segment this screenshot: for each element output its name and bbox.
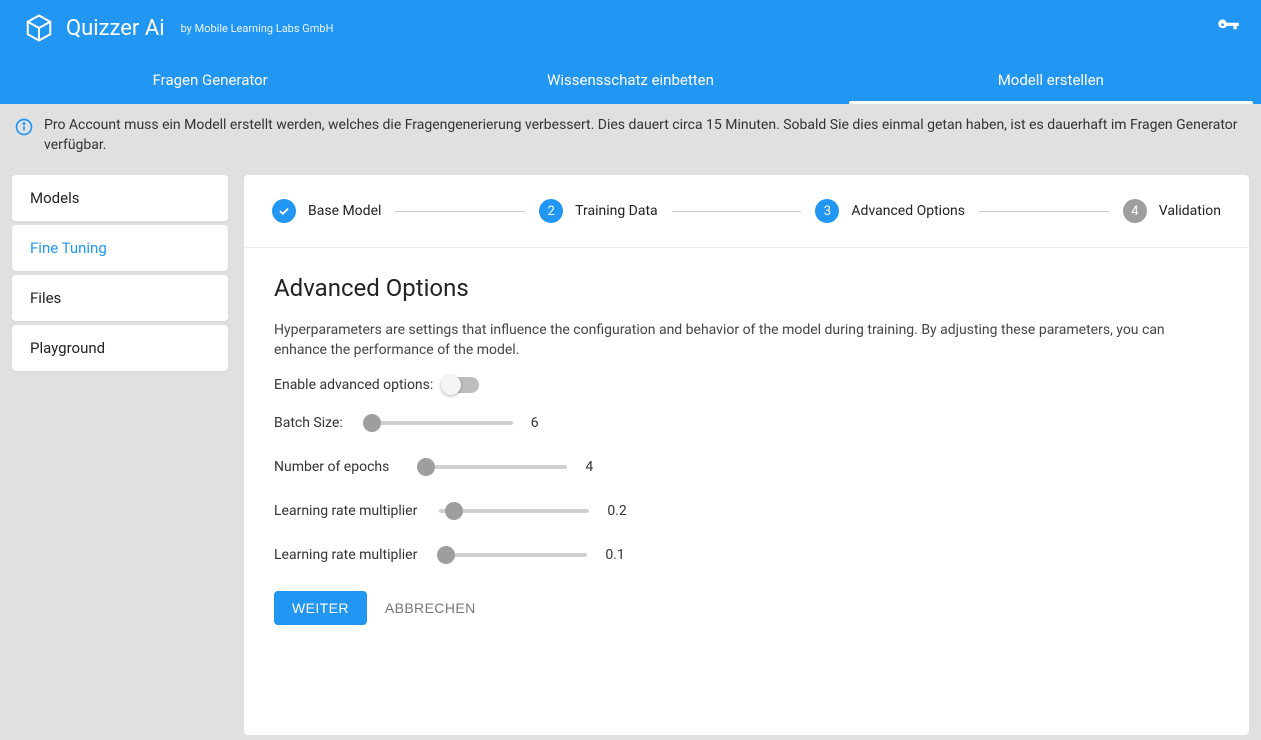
slider-value: 6: [531, 415, 559, 431]
learning-rate-slider-2[interactable]: [437, 553, 587, 557]
slider-value: 4: [585, 459, 613, 475]
step-divider: [395, 211, 525, 212]
sidebar-item-playground[interactable]: Playground: [12, 325, 228, 371]
slider-label: Number of epochs: [274, 459, 389, 475]
learning-rate-slider[interactable]: [439, 509, 589, 513]
slider-value: 0.1: [605, 547, 633, 563]
continue-button[interactable]: WEITER: [274, 591, 367, 625]
check-icon: [272, 199, 296, 223]
cancel-button[interactable]: ABBRECHEN: [385, 600, 476, 616]
info-text: Pro Account muss ein Modell erstellt wer…: [44, 116, 1247, 155]
step-label: Advanced Options: [851, 203, 965, 219]
tab-fragen-generator[interactable]: Fragen Generator: [0, 56, 420, 104]
enable-advanced-toggle[interactable]: [443, 377, 479, 393]
toggle-row: Enable advanced options:: [274, 377, 1219, 393]
slider-row-lr-2: Learning rate multiplier 0.1: [274, 547, 1219, 563]
slider-thumb: [445, 502, 463, 520]
app-subtitle: by Mobile Learning Labs GmbH: [181, 22, 334, 35]
slider-row-epochs: Number of epochs 4: [274, 459, 1219, 475]
step-base-model[interactable]: Base Model: [272, 199, 381, 223]
stepper: Base Model 2 Training Data 3 Advanced Op…: [244, 175, 1249, 248]
step-divider: [672, 211, 802, 212]
step-advanced-options[interactable]: 3 Advanced Options: [815, 199, 965, 223]
main-panel: Base Model 2 Training Data 3 Advanced Op…: [244, 175, 1249, 735]
slider-label: Learning rate multiplier: [274, 503, 417, 519]
epochs-slider[interactable]: [417, 465, 567, 469]
key-icon[interactable]: [1215, 13, 1241, 43]
step-validation[interactable]: 4 Validation: [1123, 199, 1221, 223]
main-tabs: Fragen Generator Wissensschatz einbetten…: [0, 56, 1261, 104]
batch-size-slider[interactable]: [363, 421, 513, 425]
sidebar-item-models[interactable]: Models: [12, 175, 228, 221]
app-title: Quizzer Ai: [66, 16, 165, 41]
step-number: 4: [1123, 199, 1147, 223]
info-icon: [14, 117, 34, 144]
slider-row-lr-1: Learning rate multiplier 0.2: [274, 503, 1219, 519]
content-area: Advanced Options Hyperparameters are set…: [244, 248, 1249, 651]
toggle-label: Enable advanced options:: [274, 377, 433, 393]
sidebar: Models Fine Tuning Files Playground: [12, 175, 228, 371]
sidebar-item-fine-tuning[interactable]: Fine Tuning: [12, 225, 228, 271]
slider-row-batch-size: Batch Size: 6: [274, 415, 1219, 431]
step-divider: [979, 211, 1109, 212]
step-label: Training Data: [575, 203, 658, 219]
sidebar-item-files[interactable]: Files: [12, 275, 228, 321]
toggle-knob: [441, 375, 461, 395]
section-description: Hyperparameters are settings that influe…: [274, 320, 1219, 361]
slider-label: Learning rate multiplier: [274, 547, 417, 563]
app-header: Quizzer Ai by Mobile Learning Labs GmbH: [0, 0, 1261, 56]
step-number: 3: [815, 199, 839, 223]
step-training-data[interactable]: 2 Training Data: [539, 199, 658, 223]
slider-label: Batch Size:: [274, 415, 343, 431]
slider-thumb: [417, 458, 435, 476]
step-label: Validation: [1159, 203, 1221, 219]
step-label: Base Model: [308, 203, 381, 219]
logo-wrap: Quizzer Ai by Mobile Learning Labs GmbH: [24, 13, 333, 43]
info-bar: Pro Account muss ein Modell erstellt wer…: [0, 104, 1261, 167]
slider-thumb: [437, 546, 455, 564]
cube-icon: [24, 13, 54, 43]
tab-modell-erstellen[interactable]: Modell erstellen: [841, 56, 1261, 104]
action-row: WEITER ABBRECHEN: [274, 591, 1219, 625]
tab-wissensschatz[interactable]: Wissensschatz einbetten: [420, 56, 840, 104]
slider-value: 0.2: [607, 503, 635, 519]
step-number: 2: [539, 199, 563, 223]
slider-thumb: [363, 414, 381, 432]
section-title: Advanced Options: [274, 274, 1219, 302]
